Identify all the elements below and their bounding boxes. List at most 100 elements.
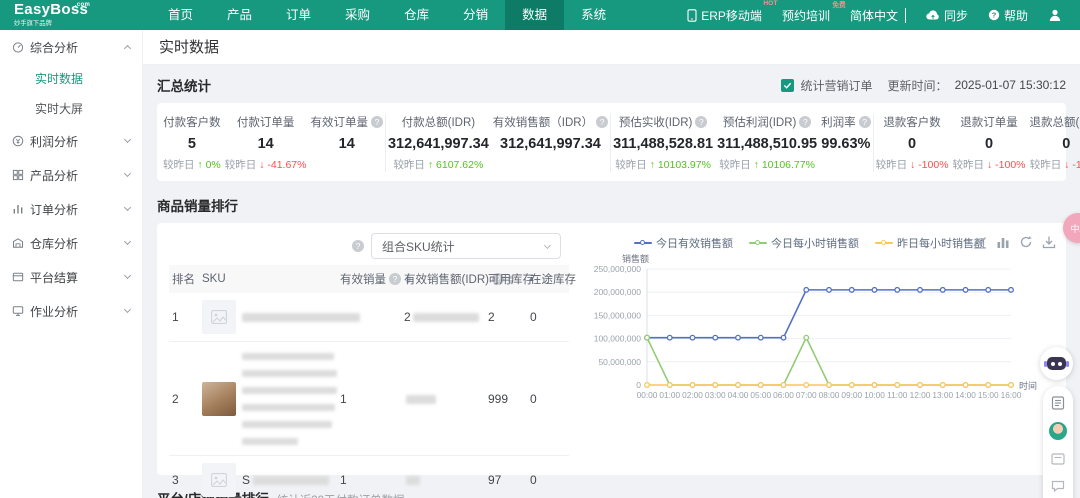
svg-text:10:00: 10:00	[864, 390, 885, 400]
product-table-panel: ? 组合SKU统计 排名SKU有效销量?有效销售额(IDR)?可用库存在途库存 …	[169, 231, 576, 498]
translate-float-label: 中A	[1070, 223, 1080, 234]
chart-bar-icon[interactable]	[996, 235, 1010, 249]
col-header-inner: 有效销量?	[340, 271, 411, 287]
redacted-text	[242, 404, 335, 412]
chart-line-icon[interactable]	[973, 235, 987, 249]
nav-right-3[interactable]: 同步	[926, 7, 968, 24]
nav-right-0[interactable]: ERP移动端 HOT	[687, 0, 778, 24]
col-header-inner: 排名	[172, 271, 195, 287]
redacted-text	[406, 476, 420, 486]
sidebar-group-0[interactable]: 综合分析	[0, 30, 142, 64]
sidebar-item-0-0[interactable]: 实时数据	[0, 64, 142, 94]
svg-text:销售额: 销售额	[622, 253, 649, 264]
stat-change: 较昨日 ↓ -41.67%	[225, 157, 307, 172]
legend-label: 今日有效销售额	[656, 238, 733, 250]
summary-controls: 统计营销订单 更新时间： 2025-01-07 15:30:12	[780, 77, 1066, 94]
svg-text:16:00: 16:00	[1001, 390, 1022, 400]
sku-stat-select[interactable]: 组合SKU统计	[371, 233, 561, 259]
checkbox-label[interactable]: 统计营销订单	[801, 77, 873, 94]
nav-item-3[interactable]: 采购	[328, 0, 387, 30]
sku-stat-select-value: 组合SKU统计	[382, 239, 455, 254]
redacted-text	[406, 394, 436, 404]
refresh-icon[interactable]	[1019, 235, 1033, 249]
svg-text:11:00: 11:00	[887, 390, 908, 400]
chevron-down-icon	[123, 135, 132, 144]
sidebar-group-6[interactable]: 作业分析	[0, 294, 142, 328]
stat-label-text: 退款客户数	[883, 117, 941, 129]
svg-text:08:00: 08:00	[819, 390, 840, 400]
sidebar-group-label: 利润分析	[30, 134, 79, 149]
svg-text:06:00: 06:00	[773, 390, 794, 400]
nav-right: ERP移动端 HOT 预约培训 免费 简体中文 同步 ? 帮助	[687, 0, 1080, 30]
nav-item-0[interactable]: 首页	[151, 0, 210, 30]
col-header-2[interactable]: 有效销量?	[337, 265, 411, 293]
nav-item-6[interactable]: 数据	[505, 0, 565, 30]
sidebar-group-1[interactable]: 利润分析	[0, 124, 142, 158]
profit-icon	[12, 135, 24, 147]
download-icon[interactable]	[1042, 235, 1056, 249]
sku-stat-help-icon[interactable]: ?	[352, 240, 364, 252]
nav-right-2[interactable]: 简体中文	[850, 7, 906, 24]
mobile-icon	[687, 8, 697, 22]
sidebar-group-4[interactable]: 仓库分析	[0, 226, 142, 260]
nav-item-4[interactable]: 仓库	[387, 0, 446, 30]
chevron-down-icon	[123, 271, 132, 280]
logo[interactable]: EasyBoss .com 妙手旗下品牌	[0, 0, 143, 30]
order-icon	[12, 203, 24, 215]
summary-header: 汇总统计 统计营销订单 更新时间： 2025-01-07 15:30:12	[157, 74, 1066, 96]
sku-line	[242, 400, 337, 414]
stat-label-text: 有效销售额（IDR）	[492, 117, 594, 129]
nav-item-1[interactable]: 产品	[210, 0, 269, 30]
chatbot-float-button[interactable]	[1040, 347, 1073, 380]
stat-label-text: 预估利润(IDR)	[722, 117, 797, 129]
stat-0: 付款客户数 5 较昨日 ↑ 0%	[161, 114, 223, 172]
info-icon[interactable]: ?	[370, 116, 383, 128]
support-avatar[interactable]	[1049, 422, 1067, 440]
svg-text:05:00: 05:00	[750, 390, 771, 400]
product-ranking-card: ? 组合SKU统计 排名SKU有效销量?有效销售额(IDR)?可用库存在途库存 …	[157, 223, 1066, 498]
amount-cell	[401, 341, 485, 456]
arrow-up-icon: ↑	[197, 159, 206, 171]
chevron-down-icon	[123, 169, 132, 178]
nav-item-5[interactable]: 分销	[446, 0, 505, 30]
legend-item-1[interactable]: 今日每小时销售额	[749, 235, 859, 251]
svg-text:00:00: 00:00	[637, 390, 658, 400]
legend-item-2[interactable]: 昨日每小时销售额	[875, 235, 985, 251]
card-icon[interactable]	[1050, 451, 1066, 467]
sku-cell-td: S	[199, 455, 337, 498]
sidebar-group-3[interactable]: 订单分析	[0, 192, 142, 226]
info-icon[interactable]: ?	[389, 273, 401, 285]
updated-label: 更新时间：	[887, 78, 948, 93]
nav-right-4[interactable]: ? 帮助	[988, 7, 1028, 24]
sku-line: S	[242, 473, 330, 487]
info-icon[interactable]: ?	[596, 116, 609, 128]
sku-line	[242, 383, 337, 397]
col-header-0: 排名	[169, 265, 199, 293]
sidebar-group-2[interactable]: 产品分析	[0, 158, 142, 192]
redacted-text	[242, 387, 337, 395]
user-menu[interactable]	[1048, 8, 1062, 22]
image-placeholder-icon	[202, 463, 236, 497]
col-header-3[interactable]: 有效销售额(IDR)?	[401, 265, 514, 293]
info-icon[interactable]: ?	[695, 116, 708, 128]
stat-value: 99.63%	[821, 136, 871, 152]
stat-10: 退款总额(IDR) 0 较昨日 ↓ -100%	[1028, 114, 1080, 172]
stat-label: 付款总额(IDR)	[388, 114, 489, 130]
legend-item-0[interactable]: 今日有效销售额	[634, 235, 733, 251]
sidebar-group-5[interactable]: 平台结算	[0, 260, 142, 294]
compare-label: 较昨日	[224, 159, 260, 171]
info-icon[interactable]: ?	[799, 116, 812, 128]
stat-9: 退款订单量 0 较昨日 ↓ -100%	[951, 114, 1028, 172]
sidebar-item-0-1[interactable]: 实时大屏	[0, 94, 142, 124]
info-icon[interactable]: ?	[858, 116, 871, 128]
marketing-orders-checkbox[interactable]	[780, 78, 794, 92]
sidebar-group-label: 综合分析	[30, 40, 79, 55]
chat-icon[interactable]	[1050, 478, 1066, 494]
nav-right-1[interactable]: 预约培训 免费	[782, 2, 846, 24]
nav-badge: HOT	[763, 0, 778, 7]
stat-change	[821, 157, 871, 170]
nav-item-7[interactable]: 系统	[564, 0, 623, 30]
nav-item-2[interactable]: 订单	[269, 0, 328, 30]
document-icon[interactable]	[1050, 395, 1066, 411]
redacted-text	[412, 313, 479, 323]
